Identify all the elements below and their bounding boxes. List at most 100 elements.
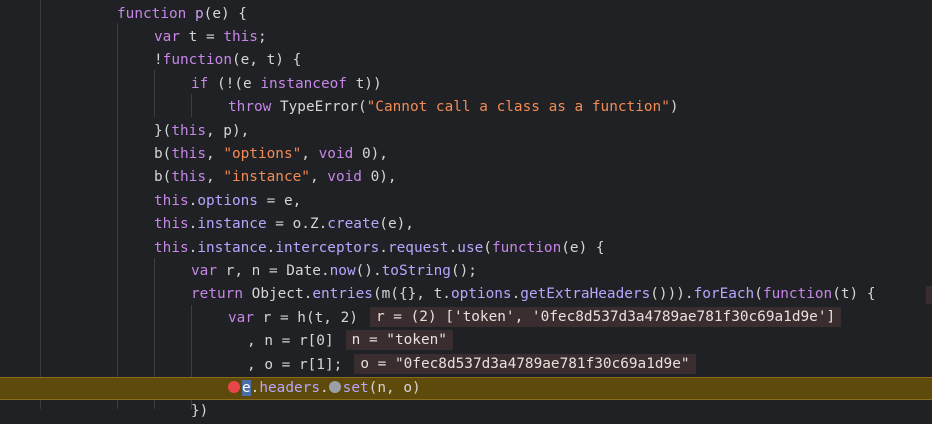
code-token: if — [191, 75, 217, 92]
code-token: }) — [191, 403, 209, 420]
code-token: entries — [312, 286, 373, 303]
code-line[interactable]: this.options = e, — [0, 190, 932, 213]
code-token: , o = r[1]; — [247, 356, 343, 373]
overflow-hint — [926, 286, 932, 305]
code-token: TypeError( — [279, 99, 367, 116]
paused-code-line[interactable]: e.headers. set(n, o) — [0, 376, 932, 401]
code-token: Object. — [251, 286, 313, 303]
code-token: return — [191, 286, 252, 303]
code-line[interactable]: }) — [0, 400, 932, 423]
code-line[interactable]: var r, n = Date.now().toString(); — [0, 260, 932, 283]
code-line[interactable]: , o = r[1]; o = "0fec8d537d3a4789ae781f30… — [0, 353, 932, 377]
code-token: this — [171, 169, 206, 186]
code-token: this — [154, 192, 189, 209]
code-token: this — [154, 239, 189, 256]
code-token: b( — [154, 169, 172, 186]
code-token: . — [379, 239, 388, 256]
code-token: void — [318, 145, 362, 162]
code-line[interactable]: if (!(e instanceof t)) — [0, 73, 932, 96]
code-line[interactable]: b(this, "instance", void 0), — [0, 166, 932, 189]
code-token: options — [197, 192, 258, 209]
code-token: . — [448, 239, 458, 256]
inline-value-hint: n = "token" — [345, 330, 453, 351]
code-token: ; — [257, 28, 267, 45]
code-token: instance — [197, 239, 267, 256]
code-text: }(this, p), — [154, 120, 249, 143]
breakpoint-icon[interactable] — [228, 380, 240, 393]
code-token: (e, t) { — [231, 52, 302, 69]
code-line[interactable]: this.instance.interceptors.request.use(f… — [0, 237, 932, 260]
code-token: = e, — [257, 192, 302, 209]
code-token: }( — [154, 122, 172, 139]
code-token: = o.Z. — [266, 216, 328, 233]
code-token: 0), — [370, 169, 397, 186]
code-token: , — [205, 169, 224, 186]
code-line[interactable]: function p(e) { — [0, 3, 932, 26]
code-line[interactable]: }(this, p), — [0, 120, 932, 143]
code-token: , — [301, 145, 319, 162]
code-text: b(this, "instance", void 0), — [154, 166, 397, 189]
code-token: function — [117, 5, 195, 22]
code-text: !function(e, t) { — [154, 49, 301, 72]
code-token: instanceof — [260, 75, 356, 92]
code-token: var — [191, 262, 226, 279]
code-token: toString — [381, 262, 451, 279]
code-text: e.headers. set(n, o) — [228, 378, 421, 399]
code-token: (m({}, t. — [372, 286, 451, 303]
code-text: var r, n = Date.now().toString(); — [191, 260, 477, 283]
code-token: "Cannot call a class as a function" — [366, 99, 670, 116]
code-line[interactable]: var r = h(t, 2) r = (2) ['token', '0fec8d… — [0, 306, 932, 330]
code-token: (n, o) — [368, 379, 421, 396]
code-token: "instance" — [223, 169, 310, 186]
code-token: var — [154, 28, 189, 45]
code-token: (t) { — [832, 286, 876, 303]
code-token: use — [457, 239, 484, 256]
code-text: }) — [191, 400, 208, 423]
code-token: var — [228, 309, 263, 326]
code-token: interceptors — [275, 239, 380, 256]
code-token: (e), — [379, 216, 414, 233]
code-token: (!(e — [217, 75, 261, 92]
inline-value-hint: o = "0fec8d537d3a4789ae781f30c69a1d9e" — [354, 353, 696, 374]
code-token: t = — [188, 28, 224, 45]
code-token: void — [327, 169, 371, 186]
code-line[interactable]: var t = this; — [0, 26, 932, 49]
code-text: function p(e) { — [117, 3, 247, 26]
code-token: "options" — [223, 145, 302, 162]
code-token: . — [266, 239, 276, 256]
code-text: var t = this; — [154, 26, 267, 49]
code-token: this — [154, 216, 189, 233]
code-token: , — [309, 169, 328, 186]
code-line[interactable]: return Object.entries(m({}, t.options.ge… — [0, 283, 932, 306]
code-token: (e) { — [203, 5, 247, 22]
code-token: forEach — [693, 286, 755, 303]
code-editor[interactable]: function p(e) {var t = this; !function(e,… — [0, 0, 932, 419]
code-token: options — [450, 286, 512, 303]
code-text: this.options = e, — [154, 190, 301, 213]
code-text: b(this, "options", void 0), — [154, 143, 388, 166]
code-token: ( — [754, 286, 763, 303]
code-line[interactable]: throw TypeError("Cannot call a class as … — [0, 96, 932, 119]
code-token: ())). — [650, 286, 694, 303]
code-line[interactable]: , n = r[0] n = "token" — [0, 330, 932, 353]
code-token: getExtraHeaders — [520, 286, 651, 303]
cursor-char: e — [242, 379, 251, 396]
code-token: b( — [154, 145, 172, 162]
code-token: create — [327, 216, 380, 233]
code-text: throw TypeError("Cannot call a class as … — [228, 96, 679, 119]
code-line[interactable]: b(this, "options", void 0), — [0, 143, 932, 166]
code-text: this.instance = o.Z.create(e), — [154, 213, 414, 236]
code-token: ! — [154, 52, 163, 69]
code-line[interactable]: this.instance = o.Z.create(e), — [0, 213, 932, 236]
code-token: function — [162, 52, 232, 69]
code-line[interactable]: !function(e, t) { — [0, 49, 932, 72]
code-token: now — [329, 262, 356, 279]
inline-breakpoint-icon[interactable] — [328, 380, 341, 393]
code-token: . — [511, 286, 521, 303]
code-token: headers — [259, 379, 320, 396]
code-token: t)) — [355, 75, 382, 92]
code-token: (). — [355, 262, 382, 279]
code-token: this — [171, 145, 206, 162]
code-text: return Object.entries(m({}, t.options.ge… — [191, 283, 876, 306]
code-token: (); — [450, 262, 477, 279]
